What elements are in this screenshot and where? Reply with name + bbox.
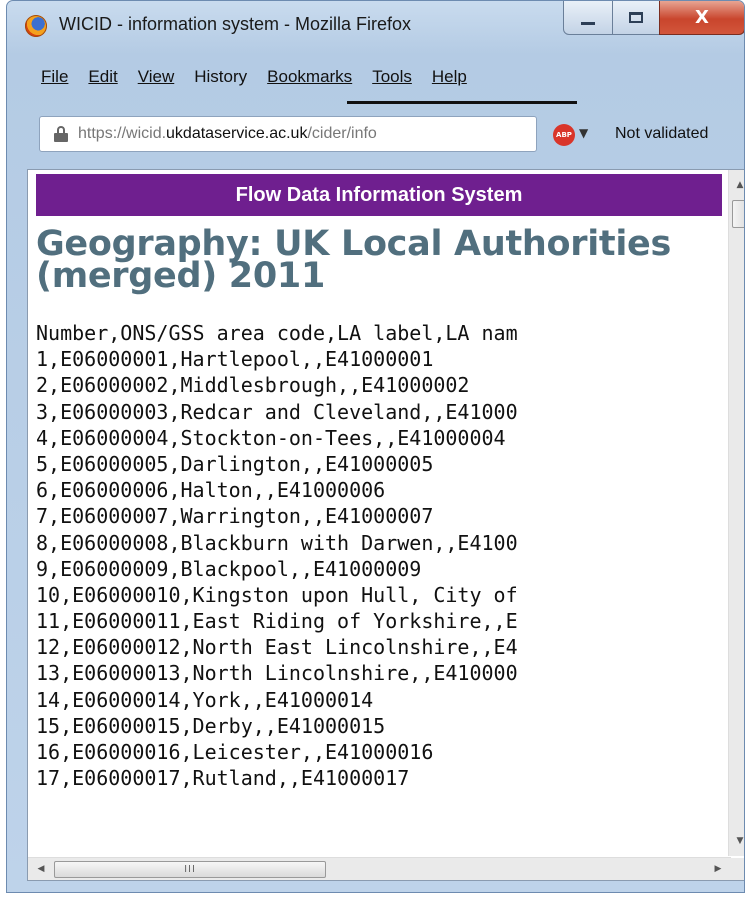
menu-view-label: View <box>137 67 175 86</box>
scroll-right-icon[interactable]: ▶ <box>707 858 729 880</box>
csv-row: 3,E06000003,Redcar and Cleveland,,E41000 <box>36 399 518 424</box>
menu-help-label: Help <box>431 67 467 86</box>
menu-bookmarks-label: Bookmarks <box>267 67 353 86</box>
csv-row: 5,E06000005,Darlington,,E41000005 <box>36 451 434 476</box>
url-prefix: https://wicid. <box>78 125 167 142</box>
csv-row: 9,E06000009,Blackpool,,E41000009 <box>36 556 422 581</box>
scroll-down-icon[interactable]: ▼ <box>729 830 744 852</box>
csv-header-row: Number,ONS/GSS area code,LA label,LA nam <box>36 321 518 345</box>
csv-row: 17,E06000017,Rutland,,E41000017 <box>36 766 410 791</box>
menu-file[interactable]: File <box>35 63 78 95</box>
chevron-down-icon[interactable]: ▼ <box>579 126 588 140</box>
menu-edit-label: Edit <box>88 67 118 86</box>
maximize-button[interactable] <box>612 1 660 35</box>
url-domain: ukdataservice.ac.uk <box>166 125 308 142</box>
menu-tools[interactable]: Tools <box>362 63 422 95</box>
menu-file-label: File <box>41 67 69 86</box>
minimize-icon <box>581 22 595 25</box>
menu-divider <box>347 101 577 104</box>
csv-row: 8,E06000008,Blackburn with Darwen,,E4100 <box>36 530 518 555</box>
csv-row: 2,E06000002,Middlesbrough,,E41000002 <box>36 373 470 398</box>
validation-status[interactable]: Not validated <box>615 125 708 143</box>
menu-edit[interactable]: Edit <box>78 63 127 95</box>
csv-row: 15,E06000015,Derby,,E41000015 <box>36 713 386 738</box>
menu-history[interactable]: History <box>184 63 257 95</box>
csv-row: 11,E06000011,East Riding of Yorkshire,,E <box>36 609 518 634</box>
menu-tools-label: Tools <box>372 67 412 86</box>
adblock-icon[interactable]: ABP <box>553 124 575 146</box>
horizontal-scrollbar[interactable]: ◀ III ▶ <box>28 857 731 880</box>
title-bar[interactable]: WICID - information system - Mozilla Fir… <box>7 1 744 47</box>
close-button[interactable]: X <box>659 1 744 35</box>
menu-help[interactable]: Help <box>422 63 477 95</box>
navigation-bar: https://wicid. ukdataservice.ac.uk/cider/… <box>25 109 744 157</box>
horizontal-scroll-thumb[interactable]: III <box>54 861 326 878</box>
url-path: /cider/info <box>307 125 377 142</box>
csv-row: 10,E06000010,Kingston upon Hull, City of <box>36 582 518 607</box>
minimize-button[interactable] <box>563 1 613 35</box>
csv-row: 4,E06000004,Stockton-on-Tees,,E41000004 <box>36 425 506 450</box>
window-title: WICID - information system - Mozilla Fir… <box>59 14 412 34</box>
scroll-up-icon[interactable]: ▲ <box>729 174 744 196</box>
csv-row: 7,E06000007,Warrington,,E41000007 <box>36 504 434 529</box>
menu-bar: File Edit View History Bookmarks Tools H… <box>35 63 477 95</box>
csv-row: 14,E06000014,York,,E41000014 <box>36 687 374 712</box>
scrollbar-corner <box>729 858 744 880</box>
page-title: Geography: UK Local Authorities (merged)… <box>36 224 671 296</box>
csv-row: 1,E06000001,Hartlepool,,E41000001 <box>36 347 434 372</box>
csv-data-block: Number,ONS/GSS area code,LA label,LA nam… <box>36 320 722 791</box>
menu-bookmarks[interactable]: Bookmarks <box>257 63 362 95</box>
url-bar[interactable]: https://wicid. ukdataservice.ac.uk/cider/… <box>39 116 537 152</box>
menu-view[interactable]: View <box>128 63 185 95</box>
csv-row: 12,E06000012,North East Lincolnshire,,E4 <box>36 635 518 660</box>
csv-row: 16,E06000016,Leicester,,E41000016 <box>36 740 434 764</box>
scroll-left-icon[interactable]: ◀ <box>30 858 52 880</box>
page-viewport: Flow Data Information System Geography: … <box>27 169 744 881</box>
page-content: Flow Data Information System Geography: … <box>36 174 722 834</box>
vertical-scroll-thumb[interactable] <box>732 200 744 228</box>
vertical-scrollbar[interactable]: ▲ ▼ <box>728 170 744 856</box>
csv-row: 13,E06000013,North Lincolnshire,,E410000 <box>36 661 518 686</box>
site-banner: Flow Data Information System <box>36 174 722 216</box>
lock-icon[interactable] <box>54 126 68 142</box>
csv-row: 6,E06000006,Halton,,E41000006 <box>36 478 386 503</box>
maximize-icon <box>629 12 643 23</box>
firefox-logo-icon <box>25 15 47 37</box>
browser-window: WICID - information system - Mozilla Fir… <box>6 0 745 893</box>
